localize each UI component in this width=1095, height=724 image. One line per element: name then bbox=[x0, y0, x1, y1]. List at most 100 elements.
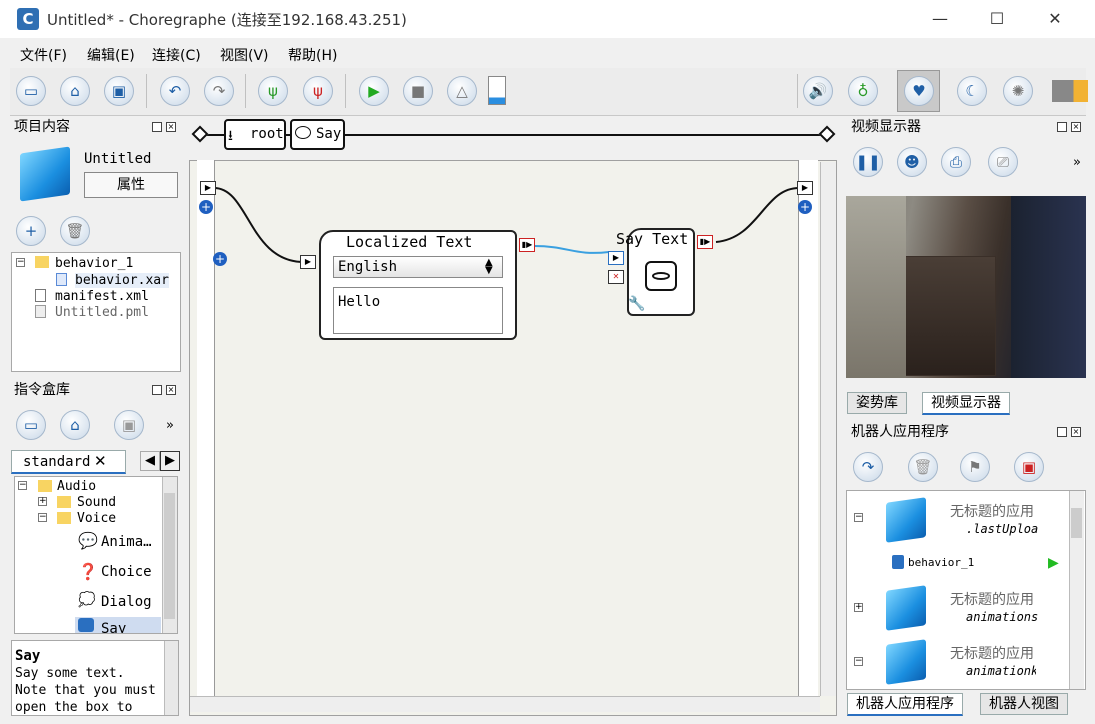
tree-item-audio[interactable]: Audio bbox=[57, 479, 96, 494]
add-icon[interactable]: + bbox=[16, 216, 46, 246]
say-onstart-pin[interactable]: ▶ bbox=[608, 251, 624, 265]
expand-icon[interactable]: + bbox=[854, 603, 863, 612]
tab-scroll-left-icon[interactable]: ◀ bbox=[140, 451, 160, 471]
tree-item-say[interactable]: Say bbox=[101, 621, 126, 633]
tree-item-choice[interactable]: Choice bbox=[101, 564, 152, 580]
canvas-onstart-pin[interactable]: ▶ bbox=[200, 181, 216, 195]
tree-item-animated-say[interactable]: Anima… bbox=[101, 534, 152, 550]
more-chevron-icon[interactable]: » bbox=[1073, 155, 1081, 170]
behavior-file-icon bbox=[892, 555, 904, 569]
add-output-icon[interactable]: + bbox=[798, 200, 812, 214]
menu-view[interactable]: 视图(V) bbox=[220, 45, 269, 65]
app-name[interactable]: 无标题的应用 bbox=[950, 643, 1034, 663]
minimize-button[interactable]: — bbox=[925, 6, 955, 32]
tab-robot-apps[interactable]: 机器人应用程序 bbox=[847, 693, 963, 716]
language-select-value: English bbox=[338, 259, 398, 275]
redo-icon[interactable]: ↷ bbox=[204, 76, 234, 106]
battery-level-icon bbox=[1052, 80, 1088, 102]
pause-video-icon[interactable]: ❚❚ bbox=[853, 147, 883, 177]
collapse-icon[interactable]: − bbox=[854, 513, 863, 522]
robot-pose-icon[interactable]: ♁ bbox=[848, 76, 878, 106]
delete-icon[interactable]: 🗑 bbox=[60, 216, 90, 246]
install-app-icon[interactable]: ↷ bbox=[853, 452, 883, 482]
new-file-icon[interactable]: ▭ bbox=[16, 76, 46, 106]
add-input-icon[interactable]: + bbox=[199, 200, 213, 214]
save-icon[interactable]: ▣ bbox=[104, 76, 134, 106]
panel-float-icon[interactable] bbox=[1057, 122, 1067, 132]
project-cube-icon bbox=[20, 146, 70, 202]
tree-item-voice[interactable]: Voice bbox=[77, 511, 116, 526]
tree-item-behavior-folder[interactable]: behavior_1 bbox=[55, 256, 133, 271]
stop-apps-icon[interactable]: ▣ bbox=[1014, 452, 1044, 482]
open-folder-icon[interactable]: ⌂ bbox=[60, 76, 90, 106]
tab-scroll-right-icon[interactable]: ▶ bbox=[160, 451, 180, 471]
tab-video-monitor[interactable]: 视频显示器 bbox=[922, 392, 1010, 415]
save-library-icon[interactable]: ▣ bbox=[114, 410, 144, 440]
app-behavior-item[interactable]: behavior_1 bbox=[908, 556, 974, 569]
localized-text-title: Localized Text bbox=[346, 233, 473, 251]
debug-icon[interactable]: △ bbox=[447, 76, 477, 106]
tree-item-dialog[interactable]: Dialog bbox=[101, 594, 152, 610]
flag-app-icon[interactable]: ⚑ bbox=[960, 452, 990, 482]
maximize-button[interactable]: ☐ bbox=[982, 6, 1012, 32]
localized-input-pin[interactable]: ▶ bbox=[300, 255, 316, 269]
heart-icon[interactable]: ♥ bbox=[904, 76, 934, 106]
tree-item-manifest[interactable]: manifest.xml bbox=[55, 289, 149, 304]
panel-float-icon[interactable] bbox=[152, 122, 162, 132]
description-scrollbar[interactable] bbox=[164, 641, 178, 715]
collapse-icon[interactable]: − bbox=[854, 657, 863, 666]
library-scroll-thumb[interactable] bbox=[164, 493, 175, 619]
panel-close-icon[interactable]: × bbox=[1071, 122, 1081, 132]
menu-file[interactable]: 文件(F) bbox=[20, 45, 67, 65]
stop-icon[interactable]: ■ bbox=[403, 76, 433, 106]
close-button[interactable]: ✕ bbox=[1040, 6, 1070, 32]
tree-item-behavior-xar[interactable]: behavior.xar bbox=[75, 273, 169, 288]
sleep-icon[interactable]: ☾ bbox=[957, 76, 987, 106]
run-behavior-play-icon[interactable]: ▶ bbox=[1048, 555, 1059, 571]
volume-icon[interactable]: 🔊 bbox=[803, 76, 833, 106]
app-subtitle: animationk bbox=[966, 664, 1036, 678]
menu-connect[interactable]: 连接(C) bbox=[152, 45, 201, 65]
track-face-icon[interactable]: ☻ bbox=[897, 147, 927, 177]
undo-icon[interactable]: ↶ bbox=[160, 76, 190, 106]
tree-item-pml[interactable]: Untitled.pml bbox=[55, 305, 149, 320]
play-icon[interactable]: ▶ bbox=[359, 76, 389, 106]
panel-float-icon[interactable] bbox=[1057, 427, 1067, 437]
collapse-icon[interactable]: − bbox=[16, 258, 25, 267]
record-icon[interactable]: ⎚ bbox=[988, 147, 1018, 177]
localized-output-pin[interactable]: ▮▶ bbox=[519, 238, 535, 252]
properties-button[interactable]: 属性 bbox=[84, 172, 178, 198]
menu-edit[interactable]: 编辑(E) bbox=[87, 45, 135, 65]
say-output-pin[interactable]: ▮▶ bbox=[697, 235, 713, 249]
panel-close-icon[interactable]: × bbox=[166, 122, 176, 132]
folder-icon bbox=[57, 496, 71, 508]
expand-icon[interactable]: + bbox=[38, 497, 47, 506]
collapse-icon[interactable]: − bbox=[38, 513, 47, 522]
app-name[interactable]: 无标题的应用 bbox=[950, 589, 1034, 609]
wrench-icon[interactable]: 🔧 bbox=[628, 296, 645, 312]
say-onstop-pin[interactable]: ✕ bbox=[608, 270, 624, 284]
more-chevron-icon[interactable]: » bbox=[166, 418, 174, 433]
panel-close-icon[interactable]: × bbox=[1071, 427, 1081, 437]
new-library-icon[interactable]: ▭ bbox=[16, 410, 46, 440]
snapshot-icon[interactable]: ⎙ bbox=[941, 147, 971, 177]
app-name[interactable]: 无标题的应用 bbox=[950, 501, 1034, 521]
pml-file-icon bbox=[35, 305, 46, 318]
apps-scroll-thumb[interactable] bbox=[1071, 508, 1082, 538]
delete-app-icon[interactable]: 🗑 bbox=[908, 452, 938, 482]
tab-close-icon[interactable]: ✕ bbox=[94, 452, 107, 470]
panel-close-icon[interactable]: × bbox=[166, 385, 176, 395]
tree-item-sound[interactable]: Sound bbox=[77, 495, 116, 510]
tab-posture-library[interactable]: 姿势库 bbox=[847, 392, 907, 414]
canvas-onstopped-pin[interactable]: ▶ bbox=[797, 181, 813, 195]
collapse-icon[interactable]: − bbox=[18, 481, 27, 490]
tab-robot-view[interactable]: 机器人视图 bbox=[980, 693, 1068, 715]
add-param-icon[interactable]: + bbox=[213, 252, 227, 266]
open-library-icon[interactable]: ⌂ bbox=[60, 410, 90, 440]
menu-help[interactable]: 帮助(H) bbox=[288, 45, 337, 65]
wake-icon[interactable]: ✺ bbox=[1003, 76, 1033, 106]
disconnect-icon[interactable]: ψ bbox=[303, 76, 333, 106]
panel-float-icon[interactable] bbox=[152, 385, 162, 395]
connect-icon[interactable]: ψ bbox=[258, 76, 288, 106]
window-title: Untitled* - Choregraphe (连接至192.168.43.2… bbox=[47, 11, 407, 29]
